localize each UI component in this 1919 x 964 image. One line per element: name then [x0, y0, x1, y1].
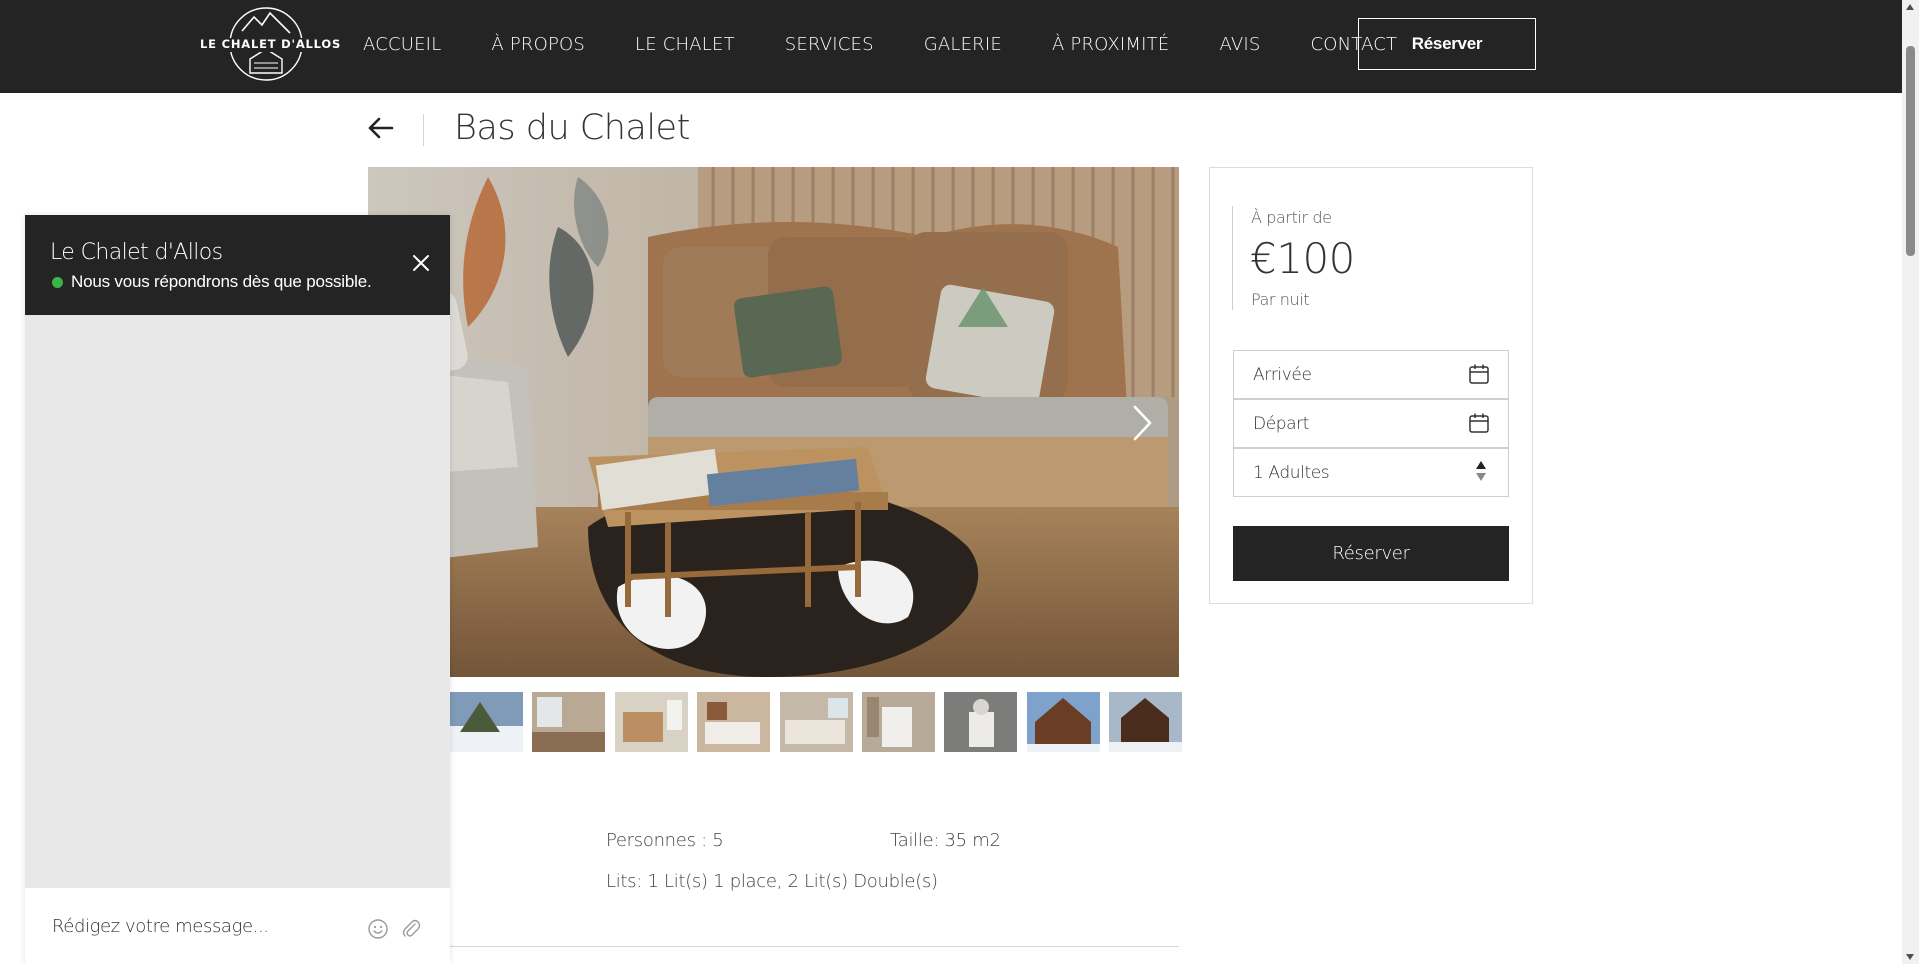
guests-stepper[interactable] [1476, 461, 1488, 487]
arrival-label: Arrivée [1253, 365, 1312, 385]
persons-detail: Personnes : 5 [606, 830, 724, 851]
title-divider [423, 114, 424, 146]
arrival-date-field[interactable]: Arrivée [1233, 350, 1509, 399]
scroll-thumb[interactable] [1906, 46, 1915, 256]
departure-label: Départ [1253, 414, 1310, 434]
thumbnail[interactable] [1026, 692, 1100, 752]
chat-widget: Le Chalet d'Allos Nous vous répondrons d… [25, 215, 450, 964]
page-title: Bas du Chalet [454, 108, 690, 148]
scroll-down-icon[interactable] [1906, 954, 1914, 960]
smiley-icon[interactable] [367, 918, 389, 940]
stepper-down-icon[interactable] [1476, 473, 1486, 481]
chat-message-input[interactable]: Rédigez votre message... [52, 916, 269, 937]
nav-a-proximite[interactable]: À PROXIMITÉ [1052, 34, 1169, 55]
size-detail: Taille: 35 m2 [890, 830, 1001, 851]
chat-compose: Rédigez votre message... [25, 888, 450, 964]
thumbnail-strip [450, 692, 1192, 752]
paperclip-icon[interactable] [401, 918, 421, 940]
arrow-left-icon[interactable] [366, 114, 394, 142]
online-status-icon [52, 276, 63, 288]
thumbnail[interactable] [614, 692, 688, 752]
chat-title: Le Chalet d'Allos [50, 240, 223, 265]
thumbnail[interactable] [532, 692, 606, 752]
section-divider [368, 946, 1179, 947]
nav-avis[interactable]: AVIS [1219, 34, 1260, 55]
guests-value: 1 Adultes [1253, 463, 1330, 483]
nav-galerie[interactable]: GALERIE [924, 34, 1002, 55]
chevron-right-icon[interactable] [1132, 404, 1154, 442]
room-photo [368, 167, 1179, 677]
stepper-up-icon[interactable] [1476, 461, 1486, 469]
thumbnail[interactable] [1109, 692, 1183, 752]
thumbnail[interactable] [944, 692, 1018, 752]
booking-card: À partir de €100 Par nuit Arrivée Départ… [1209, 167, 1533, 604]
logo-text: LE CHALET D'ALLOS [200, 37, 342, 51]
thumbnail[interactable] [779, 692, 853, 752]
calendar-icon[interactable] [1468, 363, 1490, 385]
site-header: LE CHALET D'ALLOS ACCUEIL À PROPOS LE CH… [0, 0, 1919, 93]
thumbnail[interactable] [861, 692, 935, 752]
calendar-icon[interactable] [1468, 412, 1490, 434]
page-scrollbar[interactable] [1902, 0, 1919, 964]
thumbnail[interactable] [450, 692, 523, 752]
main-nav: ACCUEIL À PROPOS LE CHALET SERVICES GALE… [363, 0, 1397, 88]
nav-accueil[interactable]: ACCUEIL [363, 34, 441, 55]
scroll-up-icon[interactable] [1906, 4, 1914, 10]
nightly-price: €100 [1250, 234, 1355, 283]
close-icon[interactable] [412, 254, 430, 272]
beds-detail: Lits: 1 Lit(s) 1 place, 2 Lit(s) Double(… [606, 871, 938, 892]
thumbnail[interactable] [697, 692, 771, 752]
header-book-button[interactable]: Réserver [1358, 18, 1536, 70]
nav-services[interactable]: SERVICES [785, 34, 874, 55]
nav-le-chalet[interactable]: LE CHALET [635, 34, 735, 55]
guests-field[interactable]: 1 Adultes [1233, 448, 1509, 497]
chat-status-text: Nous vous répondrons dès que possible. [71, 272, 372, 291]
chat-status: Nous vous répondrons dès que possible. [52, 272, 372, 292]
nav-a-propos[interactable]: À PROPOS [491, 34, 585, 55]
price-divider [1232, 206, 1233, 310]
departure-date-field[interactable]: Départ [1233, 399, 1509, 448]
per-night-label: Par nuit [1251, 290, 1310, 309]
from-label: À partir de [1251, 208, 1332, 227]
book-button[interactable]: Réserver [1233, 526, 1509, 581]
site-logo[interactable]: LE CHALET D'ALLOS [196, 5, 340, 83]
chat-header: Le Chalet d'Allos Nous vous répondrons d… [25, 215, 450, 315]
